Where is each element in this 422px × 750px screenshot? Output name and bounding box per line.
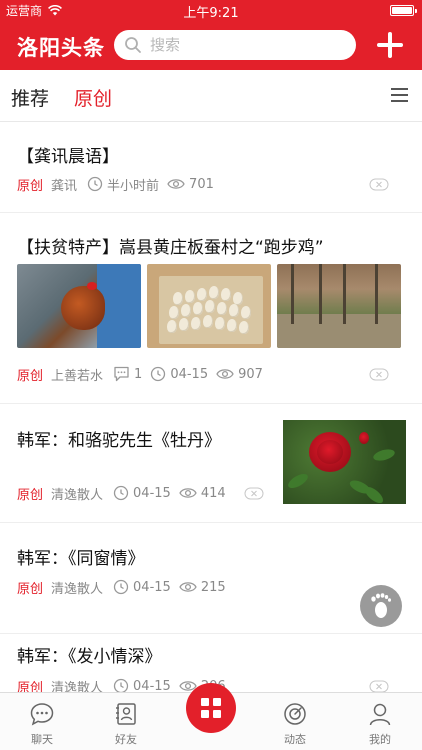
menu-icon[interactable] (391, 88, 408, 103)
top-header: 运营商 上午9:21 洛阳头条 (0, 0, 422, 70)
article-images (17, 264, 401, 348)
eye-icon (179, 488, 197, 498)
article-meta: 原创 龚讯 半小时前 701 (17, 174, 222, 194)
clock-icon (87, 176, 103, 192)
farm-image (277, 264, 401, 348)
time-group: 04-15 (113, 485, 171, 501)
article-date: 04-15 (170, 366, 209, 382)
article-date: 04-15 (133, 485, 171, 501)
original-tag: 原创 (17, 368, 44, 384)
bottom-tab-bar: 聊天 好友 动态 我的 (0, 683, 422, 750)
clock-icon (113, 485, 129, 501)
article-title: 【龚讯晨语】 (17, 147, 119, 167)
category-tabs: 推荐 原创 (0, 70, 422, 122)
chat-icon (30, 703, 54, 726)
tab-friends[interactable]: 好友 (84, 693, 168, 750)
tab-original[interactable]: 原创 (74, 84, 112, 111)
clock-time: 上午9:21 (183, 6, 239, 21)
original-tag: 原创 (17, 581, 44, 597)
article-time: 半小时前 (107, 178, 160, 194)
chicken-image (17, 264, 141, 348)
eye-icon (167, 179, 185, 189)
footprint-icon (371, 593, 391, 618)
search-icon (125, 37, 141, 53)
eggs-image (147, 264, 271, 348)
views-group: 907 (216, 367, 263, 382)
views-group: 215 (179, 580, 226, 595)
app-root: 运营商 上午9:21 洛阳头条 推荐 原创 (0, 0, 422, 750)
eye-icon (179, 582, 197, 592)
view-count: 215 (200, 579, 226, 595)
plus-icon[interactable] (376, 31, 404, 59)
comment-count: 1 (134, 366, 143, 382)
view-count: 414 (200, 485, 226, 501)
footprint-button[interactable] (360, 585, 402, 627)
views-group: 701 (167, 177, 214, 192)
moments-icon (284, 703, 306, 725)
article-source: 清逸散人 (51, 581, 104, 597)
article-meta: 原创 清逸散人 04-15 215 (17, 577, 234, 597)
article-item[interactable]: 韩军：和骆驼先生《牡丹》 原创 清逸散人 04-15 414 (0, 405, 422, 523)
article-meta: 原创 上善若水 1 04-15 907 (17, 364, 271, 384)
view-count: 907 (238, 366, 263, 382)
tab-recommend[interactable]: 推荐 (11, 84, 49, 111)
search-box[interactable] (114, 30, 356, 60)
dismiss-icon[interactable] (369, 368, 389, 381)
time-group: 半小时前 (87, 175, 159, 194)
dismiss-icon[interactable] (244, 487, 264, 500)
time-group: 04-15 (150, 366, 208, 382)
article-title: 韩军：《发小情深》 (17, 647, 162, 667)
article-title: 【扶贫特产】嵩县黄庄板蚕村之“跑步鸡” (17, 238, 324, 258)
friends-icon (116, 703, 136, 725)
app-title: 洛阳头条 (17, 36, 105, 60)
user-icon (369, 703, 391, 726)
search-input[interactable] (150, 36, 340, 54)
article-source: 上善若水 (51, 368, 104, 384)
article-source: 龚讯 (51, 178, 78, 194)
article-title: 韩军：和骆驼先生《牡丹》 (17, 431, 221, 451)
clock-icon (151, 366, 166, 382)
article-title: 韩军：《同窗情》 (17, 549, 145, 569)
peony-image (283, 420, 406, 504)
clock-icon (113, 579, 129, 595)
dismiss-icon[interactable] (369, 178, 389, 191)
battery-icon (390, 5, 417, 16)
article-date: 04-15 (133, 579, 171, 595)
time-group: 04-15 (113, 579, 171, 595)
article-item[interactable]: 【龚讯晨语】 原创 龚讯 半小时前 701 (0, 123, 422, 213)
tab-friends-label: 好友 (115, 733, 137, 746)
tab-mine[interactable]: 我的 (338, 693, 422, 750)
view-count: 701 (189, 176, 214, 192)
tab-chat-label: 聊天 (31, 733, 53, 746)
status-bar: 运营商 上午9:21 (0, 0, 422, 21)
original-tag: 原创 (17, 178, 44, 194)
views-group: 414 (179, 486, 226, 501)
comment-icon (114, 366, 129, 382)
tab-moments-label: 动态 (284, 733, 306, 746)
grid-menu-button[interactable] (186, 683, 236, 733)
comments-group: 1 (113, 366, 142, 382)
original-tag: 原创 (17, 487, 44, 503)
eye-icon (216, 369, 234, 379)
article-item[interactable]: 韩军：《同窗情》 原创 清逸散人 04-15 215 (0, 524, 422, 634)
tab-chat[interactable]: 聊天 (0, 693, 84, 750)
article-meta: 原创 清逸散人 04-15 414 (17, 483, 234, 503)
article-item[interactable]: 【扶贫特产】嵩县黄庄板蚕村之“跑步鸡” 原创 上善若水 1 04-15 907 (0, 214, 422, 404)
tab-moments[interactable]: 动态 (253, 693, 337, 750)
tab-mine-label: 我的 (369, 733, 391, 746)
article-source: 清逸散人 (51, 487, 104, 503)
